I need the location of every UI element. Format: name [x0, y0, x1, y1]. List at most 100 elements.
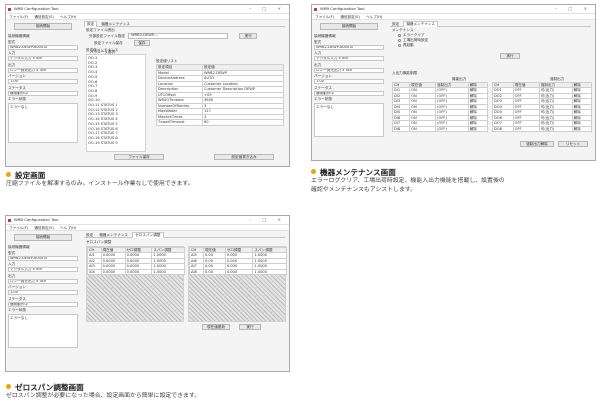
file-save-button[interactable]: ファイル保存: [114, 154, 164, 160]
status-field: 通常動作中: [8, 90, 78, 96]
menu-comm[interactable]: 通信設定(S): [340, 15, 359, 19]
connect-button[interactable]: 接続開始: [320, 23, 378, 30]
cell-ch: AI8: [189, 268, 204, 276]
app-icon: [8, 8, 11, 11]
write-values-button[interactable]: 設定値書き込み: [214, 154, 274, 160]
zerospan-grid-left: CH 現在値 ゼロ調整 スパン調整 AI1 0.0000 0.0000 1.0000 …: [86, 246, 185, 322]
radio-row[interactable]: 再起動: [398, 43, 589, 48]
device-info-panel: 接続開始 接続機器情報 型式 WRB2-DEWP-8000-B 入力 デジタル入…: [8, 234, 78, 367]
version-label: バージョン: [314, 74, 332, 79]
device-info-panel: 接続開始 接続機器情報 型式 WRB2-DEWP-8000-B 入力 デジタル入…: [8, 23, 78, 162]
output-label: 出力: [8, 62, 16, 67]
param-list[interactable]: OO-1 OO-2 OO-3 OO-4 OO-5 OO-6 OO-7 OO-8 …: [86, 54, 146, 153]
file-row-label: 外部設定ファイル指定: [89, 33, 125, 38]
io-subheader-right: 強制出力: [550, 77, 565, 81]
grid-cell-name: TxwaitTimeout: [156, 119, 203, 126]
version-field: 1.00: [314, 79, 384, 85]
maint-run-button[interactable]: 実行: [500, 53, 520, 59]
cell-zero[interactable]: 0.000: [224, 268, 254, 276]
tab-zerospan[interactable]: ゼロスパン調整: [132, 232, 164, 238]
maint-group: メンテナンス エラークリア 工場出荷時設定 再起動 実行: [390, 27, 591, 59]
cell-ch: AI4: [87, 268, 102, 276]
maintenance-panel: 設定 機器メンテナンス メンテナンス エラークリア 工場出荷時設定 再起動 実行…: [390, 21, 593, 156]
radio-label: エラークリア: [403, 33, 425, 38]
error-label: エラー状態: [8, 97, 26, 102]
version-field: 1.00: [8, 290, 78, 296]
release-button[interactable]: 解除: [467, 125, 489, 133]
cell-force[interactable]: 可(出力): [538, 125, 573, 133]
model-label: 型式: [314, 39, 322, 44]
output-field: ロン一発光出力 x 4ch: [314, 67, 384, 73]
device-header: 接続機器情報: [8, 34, 30, 38]
device-info-panel: 接続開始 接続機器情報 型式 WRB2-DEWP-8000-B 入力 デジタル入…: [314, 23, 384, 156]
file-select[interactable]: WRB2-DEWP-...: [128, 33, 229, 39]
cell-value: ON: [409, 125, 437, 133]
cell-zero[interactable]: 0.0000: [124, 268, 153, 276]
tab-settings[interactable]: 設定: [84, 21, 98, 27]
window-title: WRB Configuration Tool: [14, 6, 59, 11]
menu-bar: ファイル(F) 通信設定(S) ヘルプ(H): [6, 225, 289, 231]
connect-button[interactable]: 接続開始: [14, 23, 72, 30]
maint-caption-desc-1: エラーログクリア、工場出荷時設定、機能入出力機能を搭載し、設置後の: [311, 178, 505, 184]
cell-value: OFF: [512, 125, 540, 133]
menu-help[interactable]: ヘルプ(H): [60, 226, 76, 230]
settings-caption: 設定画面 圧縮ファイルを解凍するのみ。インストール作業なしで使用できます。: [6, 171, 194, 189]
menu-comm[interactable]: 通信設定(S): [34, 226, 53, 230]
save-row: 設定ファイル保存 保存: [94, 40, 283, 47]
settings-button-row: ファイル保存 設定値書き込み: [84, 154, 285, 161]
force-release-button[interactable]: 強制出力解除: [520, 141, 554, 147]
window-controls[interactable]: – □ ×: [249, 6, 286, 11]
zerospan-screenshot: WRB Configuration Tool – □ × ファイル(F) 通信設…: [5, 215, 290, 372]
cell-span[interactable]: 1.0000: [252, 268, 287, 276]
model-field: WRB2-DEWP-8000-B: [8, 255, 78, 261]
model-field: WRB2-DEWP-8000-B: [314, 44, 384, 50]
update-values-button[interactable]: 現在値更新: [202, 324, 230, 330]
tab-settings[interactable]: 設定: [390, 22, 401, 27]
window-controls[interactable]: – □ ×: [555, 6, 592, 11]
reset-button[interactable]: リセット: [558, 141, 588, 147]
io-subheader-left: 機能出力: [452, 77, 467, 81]
grid-cell-value[interactable]: 60: [202, 119, 284, 126]
table-row: AI4 0.0000 0.0000 1.0000: [87, 268, 185, 276]
menu-file[interactable]: ファイル(F): [315, 15, 334, 19]
param-list-wrap: パラメータ選択 OO-1 OO-2 OO-3 OO-4 OO-5 OO-6 OO…: [86, 50, 146, 153]
table-row: DI8 ON (OFF) 解除: [391, 125, 489, 133]
value-grid-wrap: 設定値リスト 設定項目 設定値 Model WRB2-DEWP DeviceAdd…: [156, 59, 284, 126]
table-row: AI8 0.00 0.000 1.0000: [189, 268, 287, 276]
cell-span[interactable]: 1.0000: [151, 268, 185, 276]
list-item[interactable]: OO-19 STATUS 9: [88, 141, 144, 146]
zerospan-group-title: ゼロスパン調整: [86, 240, 112, 244]
menu-file[interactable]: ファイル(F): [9, 226, 28, 230]
tab-maintenance[interactable]: 機器メンテナンス: [99, 22, 132, 27]
file-group-title: 設定ファイル読出: [86, 28, 115, 32]
io-table-right: CH 現在値 強制出力 解除 DO1 OFF 可(出力) 解除 DO2 OFF 可(出力)…: [492, 81, 593, 133]
menu-help[interactable]: ヘルプ(H): [60, 15, 76, 19]
settings-screenshot: WRB Configuration Tool – □ × ファイル(F) 通信設…: [5, 4, 290, 167]
tab-settings[interactable]: 設定: [84, 233, 95, 238]
zerospan-run-button[interactable]: 実行: [239, 324, 261, 330]
error-log-box: エラーなし: [8, 313, 78, 348]
cell-ch: DI8: [391, 125, 411, 133]
input-field: デジタル入力 x 4ch: [8, 56, 78, 62]
cell-force[interactable]: (OFF): [435, 125, 469, 133]
version-label: バージョン: [8, 74, 26, 79]
window-controls[interactable]: – □ ×: [249, 217, 286, 222]
menu-bar: ファイル(F) 通信設定(S) ヘルプ(H): [312, 14, 595, 20]
error-label: エラー状態: [8, 308, 26, 313]
menu-help[interactable]: ヘルプ(H): [366, 15, 382, 19]
tab-maintenance[interactable]: 機器メンテナンス: [97, 233, 130, 238]
menu-comm[interactable]: 通信設定(S): [34, 15, 53, 19]
connect-button[interactable]: 接続開始: [14, 234, 72, 241]
menu-file[interactable]: ファイル(F): [9, 15, 28, 19]
menu-bar: ファイル(F) 通信設定(S) ヘルプ(H): [6, 14, 289, 20]
error-log-box: エラーなし: [8, 102, 78, 143]
tab-strip: 設定 機器メンテナンス ゼロスパン調整: [84, 232, 285, 238]
tab-maintenance[interactable]: 機器メンテナンス: [403, 21, 439, 27]
device-header: 接続機器情報: [8, 245, 30, 249]
version-label: バージョン: [8, 285, 26, 290]
zerospan-table-right: CH 現在値 ゼロ調整 スパン調整 AI5 0.00 0.000 1.0000 AI6…: [189, 246, 287, 276]
save-button[interactable]: 保存: [133, 40, 150, 47]
file-run-button[interactable]: 実行: [239, 32, 258, 39]
release-button[interactable]: 解除: [571, 125, 593, 133]
status-label: ステータス: [8, 296, 26, 301]
